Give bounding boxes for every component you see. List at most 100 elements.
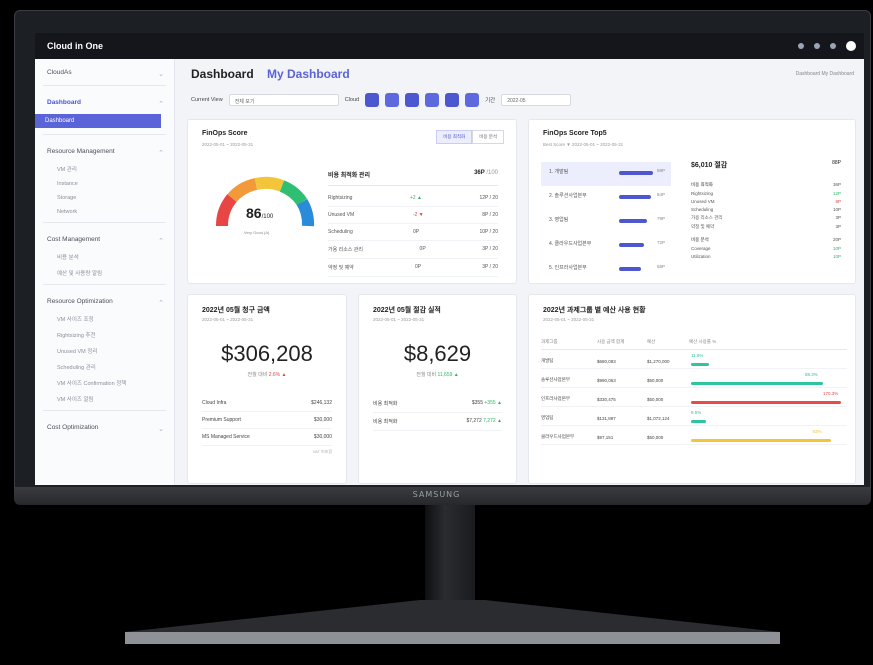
sidebar-item[interactable]: VM 사이즈 조정 xyxy=(35,311,174,327)
gauge-segment-blue xyxy=(296,198,315,227)
card-title: 2022년 05월 절감 실적 xyxy=(373,307,441,314)
table-row[interactable]: 약정 및 예약 0P 3P / 20 xyxy=(328,259,498,277)
item-value: $246,132 xyxy=(311,400,332,406)
row-score: 3P xyxy=(835,223,841,229)
chevron-up-icon: ⌃ xyxy=(158,101,164,108)
period-select[interactable]: 2022-05 xyxy=(501,94,572,106)
dashboard-selector[interactable]: My Dashboard xyxy=(267,67,350,81)
card-title: 2022년 05월 청구 금액 xyxy=(202,307,270,314)
group-name: 솔루션사업본부 xyxy=(541,377,570,382)
table-row[interactable]: Scheduling 0P 10P / 20 xyxy=(328,224,498,241)
sidebar-group-label: Resource Optimization xyxy=(47,298,113,305)
tab-cost-analysis[interactable]: 비용 분석 xyxy=(472,130,504,144)
cloud-filter-button[interactable] xyxy=(365,93,380,107)
chevron-down-icon: ⌄ xyxy=(158,71,164,78)
column-header: 예산 사용률 % xyxy=(689,339,717,344)
current-view-select[interactable]: 전체 보기 xyxy=(228,94,339,106)
item-score: 88P xyxy=(656,168,665,173)
item-score: 72P xyxy=(656,240,665,245)
row-name: Scheduling xyxy=(328,229,353,235)
list-item[interactable]: 1. 개발팀 88P xyxy=(541,162,671,186)
card-tabs: 비용 최적화 비용 분석 xyxy=(436,130,504,144)
sidebar-group-cost-management[interactable]: Cost Management ⌃ xyxy=(35,226,174,249)
item-name: 5. 인프라사업본부 xyxy=(549,265,587,271)
score-table-title: 비용 최적화 관리 xyxy=(328,173,370,179)
row-name: Rightsizing xyxy=(691,190,714,196)
card-date: 2022-05-01 ~ 2022-05-31 xyxy=(543,317,595,322)
cloud-filter-button[interactable] xyxy=(445,93,460,107)
gauge-chart xyxy=(215,176,315,227)
row-change: -2 ▼ xyxy=(412,212,424,218)
section-score: 36P xyxy=(832,181,841,187)
item-value: $30,000 xyxy=(313,434,332,440)
bill-breakdown: Cloud Infra $246,132 Premium Support $30,0… xyxy=(202,395,332,455)
usage-bar-fill xyxy=(691,363,709,366)
card-date: 2022-05-01 ~ 2022-05-31 xyxy=(202,142,254,147)
top5-list: 1. 개발팀 88P 2. 솔루션사업본부 84P 3. 영업팀 79P 4. 클라우… xyxy=(541,162,671,282)
row-name: 가용 리소스 관리 xyxy=(328,247,363,253)
row-name: Scheduling xyxy=(691,206,714,212)
sidebar-group-cost-optimization[interactable]: Cost Optimization ⌄ xyxy=(35,414,174,437)
sidebar-item[interactable]: Unused VM 정리 xyxy=(35,343,174,359)
table-row[interactable]: 영업팀 $131,897 $1,072,124 9.5% xyxy=(541,407,847,426)
cloud-filter-button[interactable] xyxy=(425,93,440,107)
sidebar-item[interactable]: 비용 분석 xyxy=(35,249,174,265)
sidebar-item[interactable]: Storage xyxy=(35,191,174,205)
sidebar-item[interactable]: 예산 및 사용량 알림 xyxy=(35,265,174,281)
sidebar-item[interactable]: VM 관리 xyxy=(35,161,174,177)
row-change: 0P xyxy=(419,246,426,252)
value: $7,272 xyxy=(466,418,482,424)
sidebar-group-label: Dashboard xyxy=(47,99,81,106)
usage-bar-fill xyxy=(691,420,706,423)
cloud-filter-button[interactable] xyxy=(405,93,420,107)
cloud-filter-button[interactable] xyxy=(385,93,400,107)
sidebar-group-cloudas[interactable]: CloudAs ⌄ xyxy=(35,59,174,82)
item-name: 3. 영업팀 xyxy=(549,217,569,223)
list-item[interactable]: 3. 영업팀 79P xyxy=(541,210,671,234)
list-item[interactable]: 5. 인프라사업본부 68P xyxy=(541,258,671,282)
monitor-stand-base xyxy=(125,600,780,644)
table-row[interactable]: 클라우드사업본부 $97,151 $50,000 93% xyxy=(541,426,847,445)
cloud-filter-button[interactable] xyxy=(465,93,480,107)
table-row[interactable]: 개발팀 $680,083 $1,270,000 11.9% xyxy=(541,350,847,369)
sidebar-item[interactable]: Rightsizing 추천 xyxy=(35,327,174,343)
delta-label: 전월 대비 xyxy=(247,372,268,378)
list-item[interactable]: 2. 솔루션사업본부 84P xyxy=(541,186,671,210)
bill-delta: 전월 대비 2.6% ▲ xyxy=(188,371,346,378)
table-row[interactable]: 솔루션사업본부 $990,063 $50,000 88.3% xyxy=(541,369,847,388)
sidebar-item[interactable]: Network xyxy=(35,205,174,219)
item-score: 79P xyxy=(656,216,665,221)
sidebar-item[interactable]: Scheduling 관리 xyxy=(35,359,174,375)
help-icon[interactable] xyxy=(814,43,820,49)
sidebar-item[interactable]: VM 사이즈 알림 xyxy=(35,391,174,407)
gauge-unit: /100 xyxy=(261,214,274,220)
divider xyxy=(43,134,166,135)
chevron-down-icon: ⌄ xyxy=(158,426,164,433)
column-header: 예산 xyxy=(647,339,656,344)
sidebar-item[interactable]: Instance xyxy=(35,177,174,191)
sidebar-group-resource-optimization[interactable]: Resource Optimization ⌃ xyxy=(35,288,174,311)
sidebar-group-label: CloudAs xyxy=(47,69,72,76)
budget-usage-card: 2022년 과제그룹 별 예산 사용 현황 2022-05-01 ~ 2022-… xyxy=(528,294,856,484)
tab-cost-optimization[interactable]: 비용 최적화 xyxy=(436,130,473,144)
sidebar-group-dashboard[interactable]: Dashboard ⌃ xyxy=(35,89,174,112)
notification-icon[interactable] xyxy=(798,43,804,49)
current-view-label: Current View xyxy=(191,97,223,103)
row-name: Coverage xyxy=(691,245,711,251)
table-row[interactable]: Rightsizing +2 ▲ 12P / 20 xyxy=(328,190,498,207)
table-row[interactable]: Unused VM -2 ▼ 8P / 20 xyxy=(328,207,498,224)
sidebar-item-dashboard[interactable]: Dashboard xyxy=(35,114,161,128)
list-item: MS Managed Service $30,000 xyxy=(202,429,332,446)
table-row[interactable]: 인프라사업본부 $330,475 $50,000 170.3% xyxy=(541,388,847,407)
table-row[interactable]: 가용 리소스 관리 0P 3P / 20 xyxy=(328,241,498,259)
usage-percent: 11.9% xyxy=(691,353,704,358)
avatar[interactable] xyxy=(846,41,856,51)
title-bar-icons xyxy=(798,41,856,51)
sidebar-item[interactable]: VM 사이즈 Confirmation 정책 xyxy=(35,375,174,391)
sidebar-group-resource-management[interactable]: Resource Management ⌃ xyxy=(35,138,174,161)
gauge-value: 86/100 xyxy=(246,205,273,221)
list-item[interactable]: 4. 클라우드사업본부 72P xyxy=(541,234,671,258)
change: +355 ▲ xyxy=(484,400,502,406)
settings-icon[interactable] xyxy=(830,43,836,49)
row-score: 8P xyxy=(835,198,841,204)
